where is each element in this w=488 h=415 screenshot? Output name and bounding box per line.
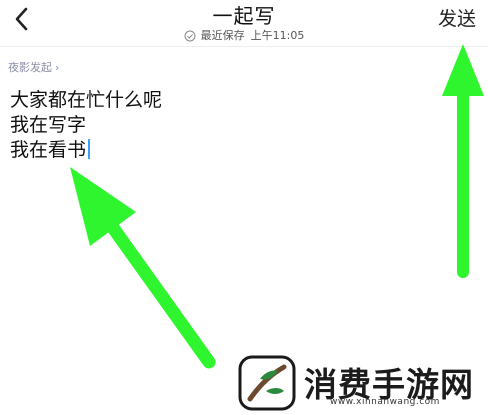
watermark-url: www.xinnanwang.com — [330, 397, 440, 407]
arrow-to-text-icon — [70, 167, 216, 369]
watermark-logo-icon — [238, 355, 296, 411]
arrow-up-to-send-icon — [442, 44, 484, 278]
annotation-arrows — [70, 44, 484, 369]
